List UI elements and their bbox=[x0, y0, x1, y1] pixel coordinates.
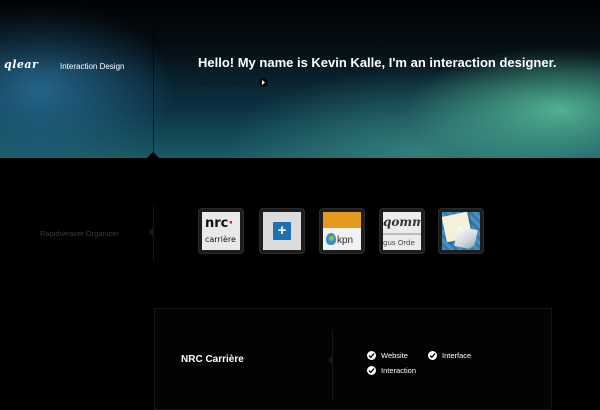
thumbnail-qommerce[interactable]: qommer gus Orde bbox=[379, 208, 425, 254]
carriere-logo-text: carrière bbox=[205, 235, 236, 244]
thumbnail-blue-plus[interactable]: + bbox=[259, 208, 305, 254]
feature-label: Interface bbox=[442, 351, 472, 360]
check-icon bbox=[367, 366, 376, 375]
hero-divider bbox=[153, 0, 154, 158]
organizer-notch bbox=[149, 228, 153, 236]
qommerce-nav-text: gus Orde bbox=[383, 239, 415, 247]
qommerce-logo-text: qommer bbox=[383, 215, 421, 229]
project-divider bbox=[332, 330, 333, 400]
hero-banner bbox=[0, 0, 600, 158]
hero-notch bbox=[147, 152, 159, 158]
get-to-know-me-link[interactable]: Get to know me bbox=[198, 78, 269, 87]
qommerce-bar bbox=[383, 233, 421, 235]
feature-website: Website bbox=[367, 351, 408, 360]
site-logo[interactable]: qlear bbox=[4, 58, 38, 71]
get-to-know-me-label: Get to know me bbox=[198, 78, 255, 87]
feature-label: Interaction bbox=[381, 366, 417, 375]
plus-icon: + bbox=[273, 222, 291, 240]
nav-item-interaction-design[interactable]: Interaction Design bbox=[60, 62, 124, 71]
kpn-logo-text: kpn bbox=[337, 235, 354, 246]
organizer-divider bbox=[153, 205, 154, 261]
hero-headline: Hello! My name is Kevin Kalle, I'm an in… bbox=[198, 55, 557, 70]
feature-interface: Interface bbox=[428, 351, 471, 360]
check-icon bbox=[428, 351, 437, 360]
feature-interaction: Interaction bbox=[367, 366, 416, 375]
nrc-logo-text: nrc bbox=[205, 216, 229, 231]
kpn-logo-icon bbox=[326, 233, 336, 245]
hero-side-notch bbox=[148, 62, 153, 72]
project-notch bbox=[328, 356, 332, 364]
feature-label: Website bbox=[381, 351, 408, 360]
project-title: NRC Carrière bbox=[181, 354, 244, 365]
thumbnail-nrc-carriere[interactable]: nrc· carrière bbox=[198, 208, 244, 254]
section-label-organizer: Rapidweaver Organizer bbox=[40, 229, 119, 238]
thumbnail-notes-app[interactable] bbox=[438, 208, 484, 254]
arrow-right-icon bbox=[259, 78, 269, 87]
thumbnail-kpn[interactable]: kpn bbox=[319, 208, 365, 254]
kpn-header-band bbox=[323, 212, 361, 228]
check-icon bbox=[367, 351, 376, 360]
